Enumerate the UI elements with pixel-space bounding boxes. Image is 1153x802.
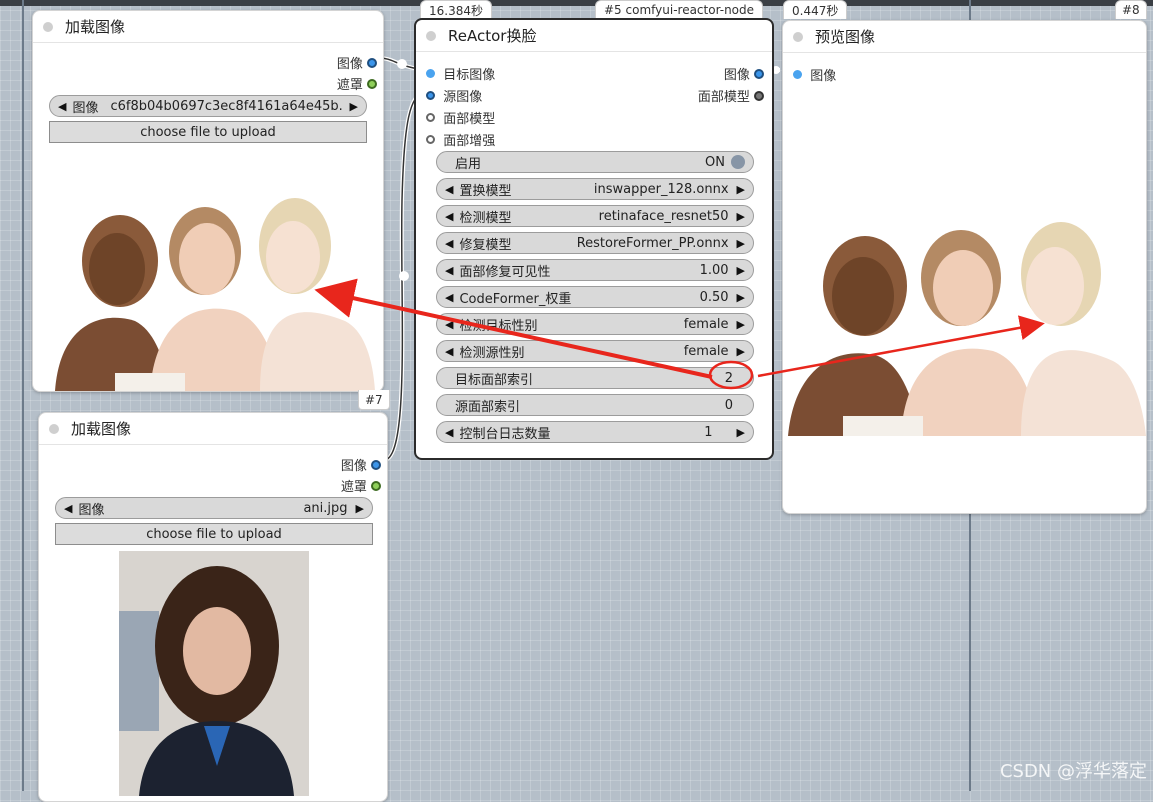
watermark: CSDN @浮华落定	[999, 761, 1147, 782]
annotation-arrow-right	[757, 315, 1045, 378]
annotation-arrow-left	[314, 278, 713, 379]
annotation-overlay	[314, 278, 1045, 390]
annotation-circle	[708, 360, 754, 390]
